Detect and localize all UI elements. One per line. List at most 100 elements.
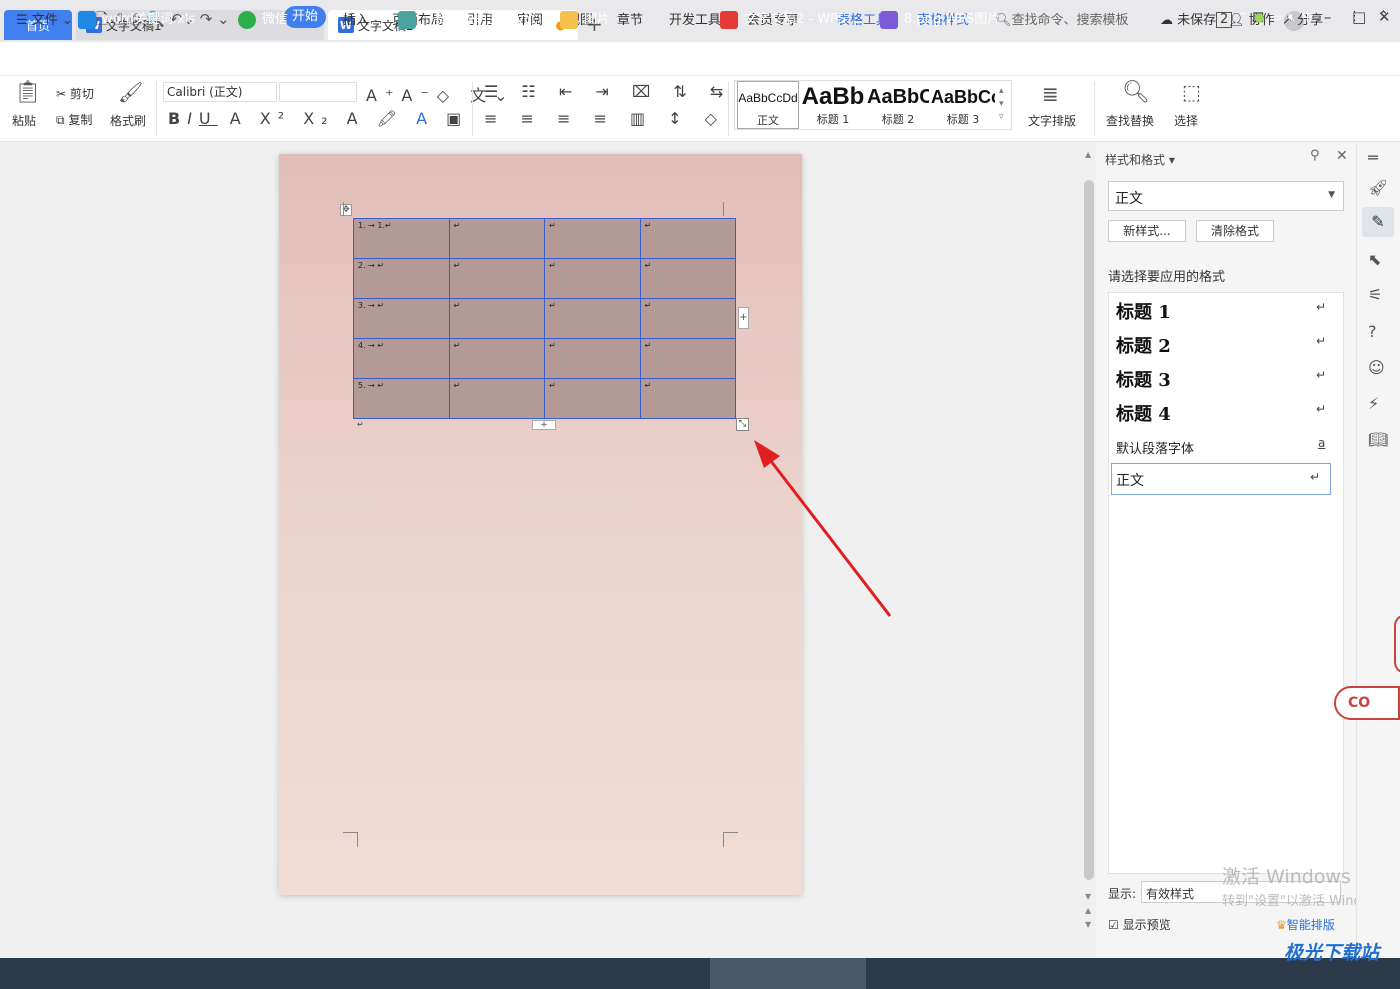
- taskbar-item-excel[interactable]: word关键词.xls: [78, 8, 195, 29]
- style-pen-icon[interactable]: ✎: [1362, 207, 1394, 237]
- style-item-heading4[interactable]: 标题 4: [1116, 400, 1171, 426]
- pane-title[interactable]: 样式和格式 ▾: [1105, 151, 1175, 168]
- gallery-scroll-icon[interactable]: ▴ ▾ ▿: [999, 85, 1004, 124]
- document-table[interactable]: 1. → 1.↵ ↵ ↵ ↵ 2. → ↵ ↵ ↵ ↵ 3. → ↵ ↵ ↵ ↵ 4. → ↵ ↵ ↵ ↵ 5.…: [353, 218, 736, 419]
- table-move-icon[interactable]: ✥: [340, 204, 352, 216]
- table-cell[interactable]: ↵: [448, 378, 545, 419]
- taskbar-item-wechat[interactable]: 微信: [238, 8, 288, 29]
- style-item-default-font[interactable]: 默认段落字体: [1116, 438, 1194, 457]
- style-preview: AaBbCc: [931, 87, 995, 107]
- table-cell[interactable]: ↵: [448, 258, 545, 299]
- taskbar-item-wps-pic[interactable]: 8.png WPS图片: [880, 8, 1000, 29]
- find-icon[interactable]: 🔍︎: [1122, 80, 1150, 105]
- floating-assistant-icon[interactable]: CO: [1334, 686, 1400, 720]
- style-item-heading3[interactable]: 标题 3: [1116, 366, 1171, 392]
- menu-section[interactable]: 章节: [617, 9, 643, 28]
- format-painter-button[interactable]: 格式刷: [110, 112, 146, 129]
- font-format-tools[interactable]: BIU A X² X₂ A 🖍︎ A ▣: [168, 109, 468, 128]
- pane-close-icon[interactable]: ✕: [1336, 148, 1348, 164]
- taskbar-item-layout-helper[interactable]: 一键排版助手(MyE...: [398, 8, 545, 29]
- lightning-icon[interactable]: ⚡︎: [1368, 394, 1379, 413]
- format-painter-icon[interactable]: 🖌︎: [118, 80, 143, 104]
- pointer-icon[interactable]: ⬉: [1368, 250, 1381, 269]
- menu-start[interactable]: 开始: [284, 6, 326, 28]
- wechat-icon: [238, 10, 256, 29]
- book-icon[interactable]: 📖︎: [1368, 430, 1388, 449]
- sliders-icon[interactable]: ⚟: [1368, 285, 1382, 304]
- style-item-label: 标题 1: [1116, 302, 1171, 323]
- pin-icon[interactable]: ⚲: [1310, 148, 1320, 163]
- paste-icon[interactable]: 📋︎: [14, 80, 42, 105]
- system-tray[interactable]: ⌃●▭🔇︎中: [1238, 8, 1319, 25]
- rocket-icon[interactable]: 🚀︎: [1368, 178, 1388, 197]
- minimize-icon[interactable]: –: [1324, 8, 1332, 26]
- text-layout-button[interactable]: 文字排版: [1028, 112, 1076, 129]
- clear-format-button[interactable]: 清除格式: [1196, 220, 1274, 242]
- cut-button[interactable]: ✂ 剪切: [56, 85, 94, 102]
- cursor-icon[interactable]: ⬚: [1182, 80, 1201, 104]
- style-name: 标题 3: [946, 113, 980, 126]
- font-family-select[interactable]: Calibri (正文): [163, 82, 277, 102]
- style-heading2[interactable]: AaBbC 标题 2: [867, 81, 929, 129]
- table-cell[interactable]: ↵: [448, 218, 545, 259]
- preview-checkbox[interactable]: ☑ 显示预览: [1108, 916, 1171, 933]
- taskbar-item-wps[interactable]: 文字文稿2 - WPS ...: [720, 8, 863, 29]
- table-cell[interactable]: 1. → 1.↵: [353, 218, 450, 259]
- help-icon[interactable]: ?: [1368, 322, 1377, 341]
- table-cell[interactable]: ↵: [639, 378, 736, 419]
- folder-icon: [560, 10, 578, 29]
- table-cell[interactable]: ↵: [544, 258, 641, 299]
- divider: [472, 82, 473, 136]
- menu-dev-tools[interactable]: 开发工具: [669, 9, 721, 28]
- select-button[interactable]: 选择: [1174, 112, 1198, 129]
- unsaved-button[interactable]: ☁ 未保存: [1160, 9, 1216, 28]
- table-cell[interactable]: 5. → ↵: [353, 378, 450, 419]
- align-tools[interactable]: ≡ ≡ ≡ ≡ ▥ ↕ ◇ ▢: [484, 109, 764, 128]
- menu-insert[interactable]: 插入: [343, 9, 369, 28]
- add-row-button[interactable]: +: [532, 420, 556, 430]
- table-cell[interactable]: ↵: [639, 258, 736, 299]
- text-layout-icon[interactable]: ≣: [1042, 82, 1059, 106]
- collapse-ribbon-icon[interactable]: ⌃: [1378, 9, 1389, 24]
- table-cell[interactable]: 2. → ↵: [353, 258, 450, 299]
- current-style-select[interactable]: 正文 ▼: [1108, 181, 1344, 211]
- find-replace-button[interactable]: 查找替换: [1106, 112, 1154, 129]
- table-cell[interactable]: 4. → ↵: [353, 338, 450, 379]
- char-style-icon: a: [1318, 436, 1326, 450]
- new-style-button[interactable]: 新样式...: [1108, 220, 1186, 242]
- style-heading3[interactable]: AaBbCc 标题 3: [931, 81, 995, 129]
- table-cell[interactable]: ↵: [544, 378, 641, 419]
- table-cell[interactable]: 3. → ↵: [353, 298, 450, 339]
- font-size-select[interactable]: [279, 82, 357, 102]
- bot-icon[interactable]: ☺: [1368, 358, 1385, 377]
- add-column-button[interactable]: +: [738, 307, 749, 329]
- style-item-heading1[interactable]: 标题 1: [1116, 298, 1171, 324]
- style-heading1[interactable]: AaBb 标题 1: [801, 81, 865, 129]
- floating-widget-edge[interactable]: [1394, 614, 1400, 674]
- table-cell[interactable]: ↵: [448, 298, 545, 339]
- style-item-normal[interactable]: 正文 ↵: [1111, 463, 1331, 495]
- table-cell[interactable]: ↵: [544, 338, 641, 379]
- table-cell[interactable]: ↵: [639, 338, 736, 379]
- table-cell[interactable]: ↵: [639, 218, 736, 259]
- style-item-heading2[interactable]: 标题 2: [1116, 332, 1171, 358]
- copy-button[interactable]: ⧉ 复制: [56, 111, 92, 128]
- paste-button[interactable]: 粘贴: [12, 112, 36, 129]
- command-search[interactable]: 🔍︎查找命令、搜索模板: [995, 9, 1129, 28]
- scroll-down-icon[interactable]: ▼ ▲ ▼: [1085, 890, 1091, 932]
- scrollbar-thumb[interactable]: [1084, 180, 1094, 880]
- return-mark-icon: ↵: [1316, 300, 1327, 314]
- smart-layout-button[interactable]: ♛智能排版: [1276, 916, 1335, 933]
- wps-icon: [720, 10, 738, 29]
- style-normal[interactable]: AaBbCcDd 正文: [737, 81, 799, 129]
- collapse-strip-icon[interactable]: ═: [1368, 148, 1378, 167]
- scroll-up-icon[interactable]: ▲: [1085, 150, 1091, 159]
- table-cell[interactable]: ↵: [448, 338, 545, 379]
- table-cell[interactable]: ↵: [639, 298, 736, 339]
- scissors-icon: ✂: [56, 87, 70, 101]
- file-menu[interactable]: ☰ 文件 ⌄: [16, 9, 73, 28]
- table-cell[interactable]: ↵: [544, 298, 641, 339]
- taskbar-item-pictures[interactable]: 图片: [560, 8, 610, 29]
- more-icon[interactable]: ⋮: [1348, 9, 1361, 24]
- table-cell[interactable]: ↵: [544, 218, 641, 259]
